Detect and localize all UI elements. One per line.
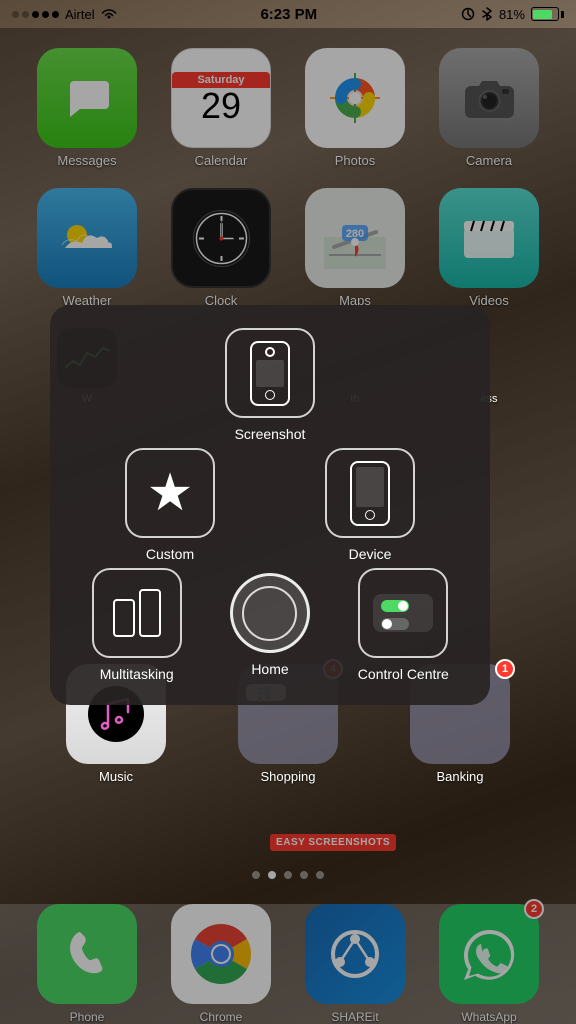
multitasking-label: Multitasking [100,666,174,682]
menu-item-multitasking[interactable]: Multitasking [70,568,203,682]
battery-indicator [531,7,564,21]
shopping-label: Shopping [261,769,316,784]
star-icon: ★ [147,463,194,523]
status-time: 6:23 PM [260,6,317,23]
wifi-icon [101,8,117,20]
screen-rotation-icon [461,7,475,21]
device-screen [356,467,385,507]
bluetooth-icon [481,7,493,21]
toggle-icon-visual [373,594,433,632]
signal-dot-2 [22,11,29,18]
screenshot-label: Screenshot [235,426,306,442]
toggle-off [381,618,409,630]
status-left: Airtel [12,7,117,22]
signal-strength [12,11,59,18]
camera-dot [265,347,275,357]
home-inner-circle [242,586,297,641]
assistive-touch-menu: Screenshot ★ Custom Device [50,305,490,705]
custom-icon: ★ [125,448,215,538]
control-centre-label: Control Centre [358,666,449,682]
device-label: Device [349,546,392,562]
multitasking-icon [92,568,182,658]
toggle-row-1 [381,600,425,612]
device-phone-outline [350,461,390,526]
banking-label: Banking [437,769,484,784]
home-icon [230,573,310,653]
phone-home-btn [265,390,275,400]
device-home-btn [365,510,375,520]
menu-bottom-row: Multitasking Home [70,568,470,682]
ss-screen [256,360,285,387]
signal-dot-5 [52,11,59,18]
carrier-label: Airtel [65,7,95,22]
menu-item-control-centre[interactable]: Control Centre [337,568,470,682]
status-bar: Airtel 6:23 PM 81% [0,0,576,28]
toggle-on [381,600,409,612]
signal-dot-3 [32,11,39,18]
home-label: Home [251,661,288,677]
menu-top-row: Screenshot [70,328,470,442]
menu-middle-row: ★ Custom Device [70,448,470,562]
battery-percent: 81% [499,7,525,22]
menu-item-home[interactable]: Home [203,573,336,677]
control-centre-icon [358,568,448,658]
signal-dot-4 [42,11,49,18]
menu-item-screenshot[interactable]: Screenshot [70,328,470,442]
toggle-knob-left [382,619,392,629]
mt-card-1 [113,599,135,637]
toggle-knob-right [398,601,408,611]
menu-item-device[interactable]: Device [270,448,470,562]
device-icon [325,448,415,538]
multitask-cards [113,589,161,637]
status-right: 81% [461,7,564,22]
mt-card-2 [139,589,161,637]
menu-item-custom[interactable]: ★ Custom [70,448,270,562]
banking-badge: 1 [495,659,515,679]
custom-label: Custom [146,546,194,562]
phone-outline-screenshot [250,341,290,406]
signal-dot-1 [12,11,19,18]
screenshot-icon [225,328,315,418]
music-label: Music [99,769,133,784]
toggle-row-2 [381,618,425,630]
